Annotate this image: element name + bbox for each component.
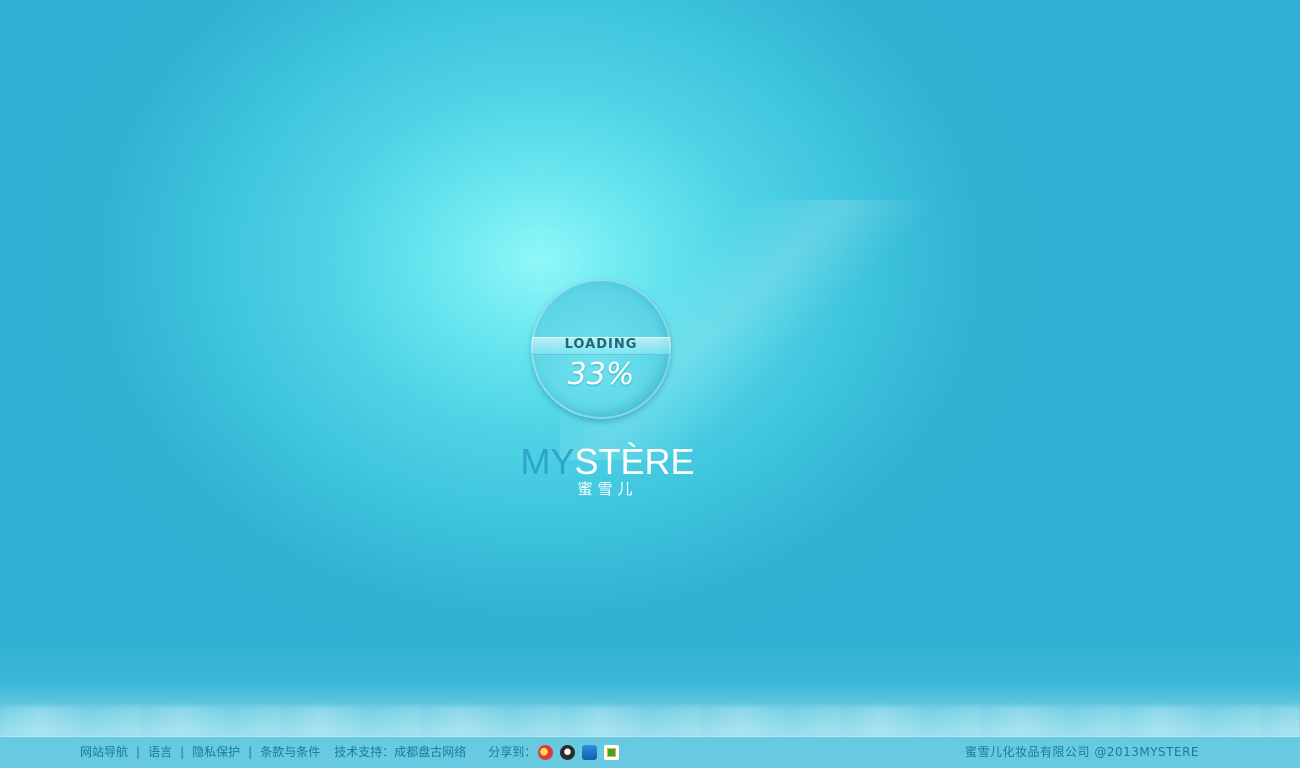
footer-separator: | — [180, 745, 185, 759]
footer-tech-support-link[interactable]: 技术支持：成都盘古网络 — [334, 745, 466, 759]
footer-link-terms[interactable]: 条款与条件 — [260, 745, 320, 759]
footer-link-site-nav[interactable]: 网站导航 — [80, 745, 128, 759]
share-icons — [538, 738, 626, 768]
loading-indicator: LOADING 33% — [531, 279, 671, 419]
loading-label: LOADING — [564, 337, 638, 352]
footer-copyright: 蜜雪儿化妆品有限公司 @2013MYSTERE — [965, 745, 1199, 759]
loading-percent: 33% — [567, 357, 635, 392]
brand-name-part2: STÈRE — [574, 441, 695, 482]
brand-logo: MYSTÈRE 蜜雪儿 — [520, 440, 695, 499]
footer-separator: | — [136, 745, 141, 759]
weibo-icon[interactable] — [538, 744, 554, 760]
footer-nav: 网站导航 | 语言 | 隐私保护 | 条款与条件 技术支持：成都盘古网络 分享到： — [80, 737, 626, 768]
share-label: 分享到： — [488, 745, 537, 759]
footer-link-language[interactable]: 语言 — [148, 745, 172, 759]
renren-icon[interactable] — [582, 744, 598, 760]
footer: 网站导航 | 语言 | 隐私保护 | 条款与条件 技术支持：成都盘古网络 分享到： 蜜雪儿化妆品… — [0, 736, 1300, 768]
tencent-weibo-icon[interactable] — [560, 744, 576, 760]
water-surface-decoration — [0, 640, 1300, 736]
kaixin-icon[interactable] — [604, 744, 620, 760]
footer-link-privacy[interactable]: 隐私保护 — [192, 745, 240, 759]
footer-separator: | — [248, 745, 253, 759]
brand-name-part1: MY — [520, 441, 575, 482]
